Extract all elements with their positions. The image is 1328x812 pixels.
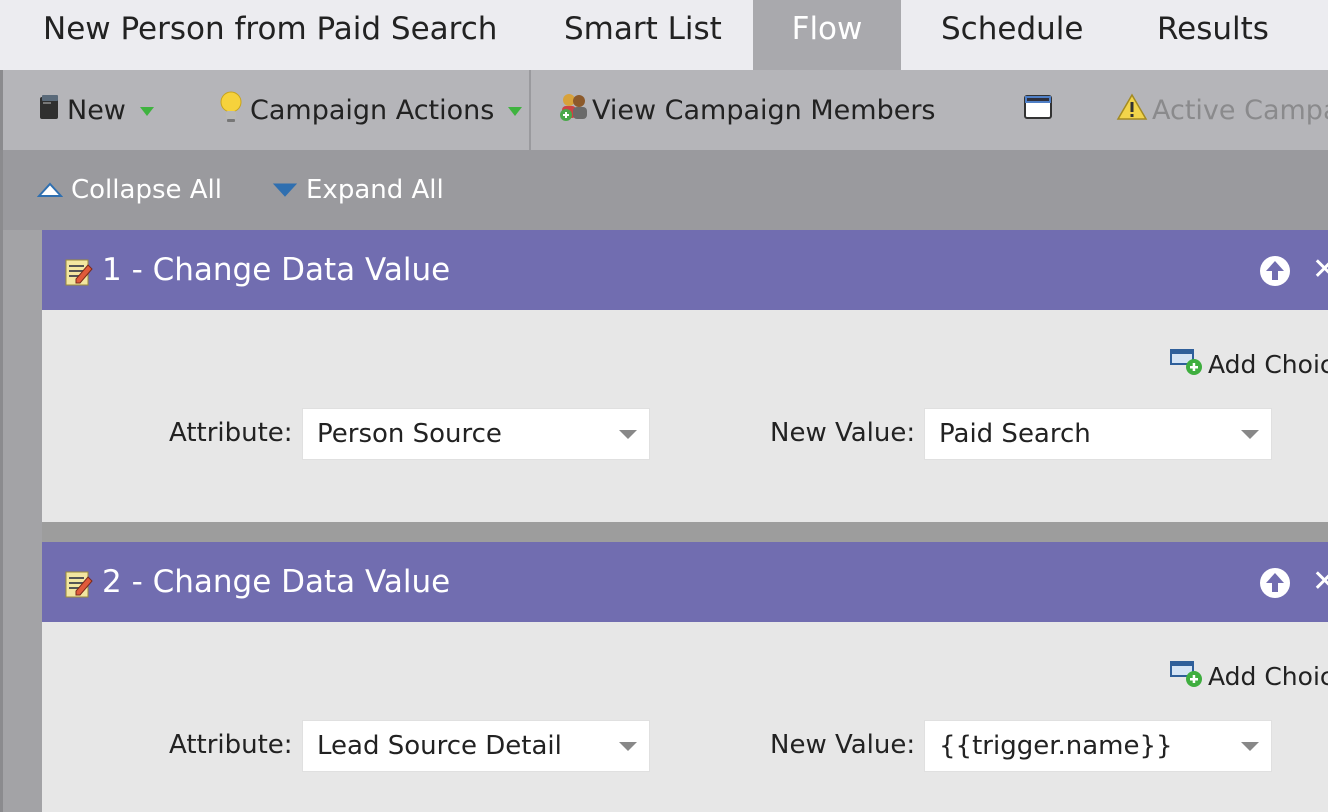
- attribute-value: Lead Source Detail: [317, 731, 562, 761]
- step-header[interactable]: 1 - Change Data Value ✕: [42, 230, 1328, 310]
- step-body: Add Choic Attribute: Person Source New V…: [42, 310, 1328, 522]
- chevron-down-icon: [508, 106, 523, 116]
- add-choice-icon: [1170, 658, 1204, 694]
- new-value-select[interactable]: Paid Search: [924, 408, 1272, 460]
- delete-step-icon[interactable]: ✕: [1312, 564, 1328, 599]
- chevron-down-icon: [619, 430, 637, 439]
- add-choice-button[interactable]: Add Choic: [1170, 346, 1328, 382]
- new-menu-label: New: [67, 94, 126, 126]
- add-choice-label: Add Choic: [1208, 349, 1328, 379]
- edit-note-icon: [64, 569, 94, 603]
- view-campaign-members-button[interactable]: View Campaign Members: [558, 70, 936, 150]
- delete-step-icon[interactable]: ✕: [1312, 252, 1328, 287]
- left-rail: [0, 230, 42, 812]
- active-campaign-status: Active Campaig: [1116, 70, 1328, 150]
- move-up-icon[interactable]: [1259, 255, 1291, 291]
- flow-controls-bar: Collapse All Expand All: [0, 150, 1328, 230]
- tab-flow[interactable]: Flow: [753, 0, 901, 70]
- new-document-icon: [37, 92, 61, 129]
- step-header[interactable]: 2 - Change Data Value ✕: [42, 542, 1328, 622]
- people-icon: [558, 91, 590, 130]
- new-value-label: New Value:: [770, 730, 916, 760]
- new-value-select[interactable]: {{trigger.name}}: [924, 720, 1272, 772]
- flow-step-2: 2 - Change Data Value ✕ Add Choic Attrib…: [42, 542, 1328, 812]
- toolbar-divider: [529, 70, 531, 150]
- attribute-label: Attribute:: [169, 418, 293, 448]
- new-value: Paid Search: [939, 419, 1091, 449]
- chevron-down-icon: [1241, 430, 1259, 439]
- add-choice-label: Add Choic: [1208, 661, 1328, 691]
- tab-bar: New Person from Paid Search Smart List F…: [0, 0, 1328, 70]
- move-up-icon[interactable]: [1259, 567, 1291, 603]
- step-body: Add Choic Attribute: Lead Source Detail …: [42, 622, 1328, 812]
- campaign-name-tab[interactable]: New Person from Paid Search: [43, 0, 497, 70]
- warning-icon: [1116, 93, 1148, 128]
- tab-results[interactable]: Results: [1157, 0, 1269, 70]
- chevron-down-icon: [619, 742, 637, 751]
- collapse-all-button[interactable]: Collapse All: [36, 150, 222, 230]
- active-campaign-label: Active Campaig: [1152, 94, 1328, 126]
- attribute-label: Attribute:: [169, 730, 293, 760]
- edit-note-icon: [64, 257, 94, 291]
- tab-smart-list[interactable]: Smart List: [564, 0, 722, 70]
- triangle-down-icon: [272, 175, 298, 205]
- collapse-all-label: Collapse All: [71, 175, 222, 205]
- step-title: 2 - Change Data Value: [102, 564, 451, 600]
- chevron-down-icon: [139, 106, 154, 116]
- triangle-up-icon: [36, 175, 64, 205]
- expand-all-label: Expand All: [306, 175, 444, 205]
- attribute-select[interactable]: Lead Source Detail: [302, 720, 650, 772]
- add-choice-button[interactable]: Add Choic: [1170, 658, 1328, 694]
- lightbulb-icon: [218, 90, 244, 131]
- window-icon: [1024, 94, 1052, 126]
- attribute-value: Person Source: [317, 419, 502, 449]
- add-choice-icon: [1170, 346, 1204, 382]
- chevron-down-icon: [1241, 742, 1259, 751]
- step-title: 1 - Change Data Value: [102, 252, 451, 288]
- campaign-actions-button[interactable]: Campaign Actions: [218, 70, 523, 150]
- new-value: {{trigger.name}}: [939, 731, 1173, 761]
- toolbar: New Campaign Actions View Campaign Membe…: [0, 70, 1328, 150]
- new-value-label: New Value:: [770, 418, 916, 448]
- attribute-select[interactable]: Person Source: [302, 408, 650, 460]
- tab-schedule[interactable]: Schedule: [941, 0, 1083, 70]
- view-campaign-members-label: View Campaign Members: [592, 94, 936, 126]
- window-toggle-button[interactable]: [1024, 70, 1052, 150]
- expand-all-button[interactable]: Expand All: [272, 150, 444, 230]
- flow-step-1: 1 - Change Data Value ✕ Add Choic Attrib…: [42, 230, 1328, 522]
- campaign-actions-label: Campaign Actions: [250, 94, 495, 126]
- new-menu-button[interactable]: New: [37, 70, 154, 150]
